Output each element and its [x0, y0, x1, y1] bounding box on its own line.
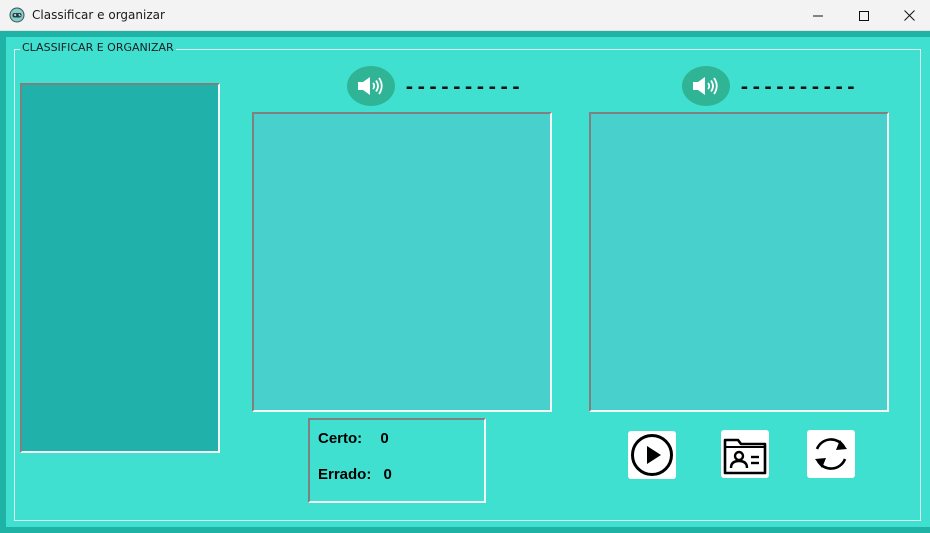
window-title: Classificar e organizar	[32, 8, 165, 22]
maximize-icon	[859, 10, 869, 21]
refresh-icon	[815, 438, 847, 470]
target-word-2: ----------	[739, 77, 858, 98]
close-icon	[903, 10, 915, 21]
drop-box-2[interactable]	[589, 112, 889, 412]
correct-label: Certo:	[318, 430, 363, 447]
speaker-icon	[358, 77, 383, 95]
speaker-icon	[693, 77, 718, 95]
score-panel: Certo: 0 Errado: 0	[308, 418, 486, 503]
speaker-button-1[interactable]	[347, 66, 395, 106]
correct-row: Certo: 0	[318, 430, 389, 447]
target-word-1: ----------	[404, 77, 523, 98]
minimize-icon	[813, 15, 823, 16]
contact-folder-icon	[723, 438, 767, 475]
wrong-value: 0	[383, 466, 392, 483]
maximize-button[interactable]	[841, 0, 887, 31]
drop-box-1[interactable]	[252, 112, 552, 412]
refresh-button[interactable]	[807, 430, 855, 478]
group-title: CLASSIFICAR E ORGANIZAR	[20, 41, 176, 54]
speaker-button-2[interactable]	[682, 66, 730, 106]
items-panel[interactable]	[20, 83, 220, 453]
contacts-button[interactable]	[721, 430, 769, 478]
play-button[interactable]	[628, 431, 676, 479]
minimize-button[interactable]	[795, 0, 841, 31]
correct-value: 0	[380, 430, 389, 447]
close-button[interactable]	[886, 0, 930, 31]
title-bar[interactable]: Classificar e organizar	[0, 0, 930, 31]
play-icon	[631, 434, 673, 476]
wrong-row: Errado: 0	[318, 466, 392, 483]
wrong-label: Errado:	[318, 466, 372, 483]
gamepad-icon	[9, 7, 25, 23]
